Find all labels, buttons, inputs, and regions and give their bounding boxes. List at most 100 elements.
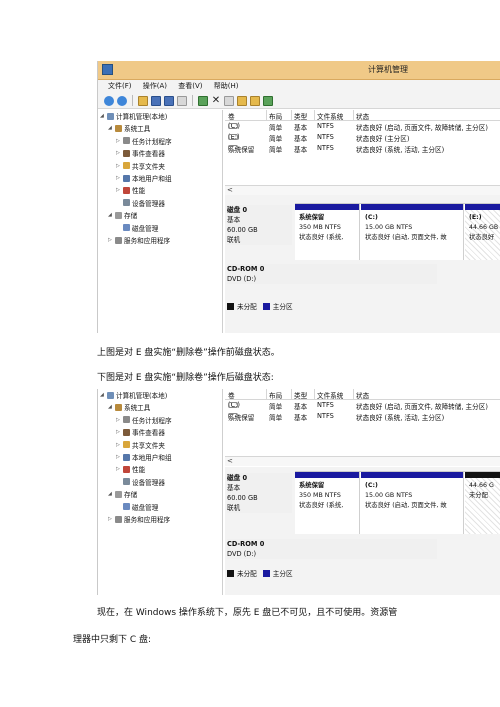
expand-arrow-icon[interactable]: ◢ (108, 404, 113, 410)
partition[interactable]: (E:) 44.66 GB 状态良好 (465, 204, 500, 260)
delete-icon[interactable]: ✕ (211, 95, 221, 106)
menu-help[interactable]: 帮助(H) (214, 82, 239, 90)
tree-item[interactable]: ▷ 服务和应用程序 (108, 514, 170, 524)
expand-arrow-icon[interactable]: ▷ (108, 516, 113, 522)
column-type[interactable]: 类型 (294, 390, 307, 400)
disk-management-pane: 卷 布局 类型 文件系统 状态 (C:) 简单 基本 NTFS 状态良好 (启动, 页面… (225, 110, 500, 333)
volume-row[interactable]: (C:) 简单 基本 NTFS 状态良好 (启动, 页面文件, 故障转储, 主分区) (225, 400, 500, 411)
tree-item[interactable]: 磁盘管理 (116, 223, 158, 233)
expand-arrow-icon[interactable]: ▷ (116, 442, 121, 448)
disk0-label[interactable]: 磁盘 0 基本 60.00 GB 联机 (227, 205, 292, 245)
column-filesystem[interactable]: 文件系统 (317, 390, 343, 400)
tree-item[interactable]: ▷ 本地用户和组 (116, 173, 172, 183)
check-icon[interactable] (198, 95, 208, 106)
expand-arrow-icon[interactable]: ◢ (108, 212, 113, 218)
expand-arrow-icon[interactable]: ▷ (116, 150, 121, 156)
computer-icon (107, 112, 114, 120)
partition[interactable]: 系统保留 350 MB NTFS 状态良好 (系统, (295, 204, 360, 260)
horizontal-scrollbar[interactable]: < (225, 185, 500, 195)
tree-item[interactable]: ▷ 性能 (116, 185, 145, 195)
tree-item[interactable]: ▷ 事件查看器 (116, 427, 165, 437)
tree-item[interactable]: ◢ 系统工具 (108, 123, 150, 133)
volume-status: 状态良好 (主分区) (356, 135, 410, 143)
menu-file[interactable]: 文件(F) (108, 82, 132, 90)
back-arrow-icon[interactable] (104, 95, 114, 106)
expand-arrow-icon[interactable]: ◢ (108, 491, 113, 497)
title-bar[interactable]: 计算机管理 (98, 61, 500, 80)
tree-item[interactable]: ▷ 服务和应用程序 (108, 235, 170, 245)
expand-arrow-icon[interactable]: ▷ (116, 454, 121, 460)
column-volume[interactable]: 卷 (228, 111, 235, 121)
expand-arrow-icon[interactable]: ▷ (116, 163, 121, 169)
tree-item[interactable]: ◢ 计算机管理(本地) (100, 111, 167, 121)
expand-arrow-icon[interactable]: ▷ (116, 175, 121, 181)
legend-primary-swatch (262, 569, 270, 577)
clock-icon (123, 416, 130, 424)
performance-icon (123, 186, 130, 194)
scroll-left-arrow[interactable]: < (227, 457, 233, 465)
tree-item[interactable]: 设备管理器 (116, 198, 165, 208)
tree-item[interactable]: ▷ 本地用户和组 (116, 452, 172, 462)
up-folder-icon[interactable] (138, 95, 148, 106)
expand-arrow-icon[interactable]: ▷ (108, 237, 113, 243)
tree-item[interactable]: ◢ 存储 (108, 210, 137, 220)
tree-item[interactable]: ▷ 性能 (116, 464, 145, 474)
forward-arrow-icon[interactable] (117, 95, 127, 106)
disk0-size: 60.00 GB (227, 494, 258, 502)
storage-icon (115, 211, 122, 219)
tree-item[interactable]: ▷ 事件查看器 (116, 148, 165, 158)
search-icon[interactable] (250, 95, 260, 106)
cdrom-label[interactable]: CD-ROM 0 DVD (D:) (227, 539, 437, 559)
show-hide-tree-icon[interactable] (151, 95, 161, 106)
column-volume[interactable]: 卷 (228, 390, 235, 400)
tree-item[interactable]: ▷ 任务计划程序 (116, 415, 172, 425)
scroll-left-arrow[interactable]: < (227, 186, 233, 194)
key-icon[interactable] (224, 95, 234, 106)
expand-arrow-icon[interactable]: ▷ (116, 417, 121, 423)
expand-arrow-icon[interactable]: ◢ (100, 113, 105, 119)
column-layout[interactable]: 布局 (269, 390, 282, 400)
volume-type: 基本 (294, 124, 308, 132)
volume-row[interactable]: (E:) 简单 基本 NTFS 状态良好 (主分区) (225, 132, 500, 143)
partition[interactable]: (C:) 15.00 GB NTFS 状态良好 (启动, 页面文件, 故 (361, 204, 464, 260)
paragraph-line-1: 现在，在 Windows 操作系统下，原先 E 盘已不可见，且不可使用。资源管 (97, 608, 398, 618)
horizontal-scrollbar[interactable]: < (225, 456, 500, 466)
expand-arrow-icon[interactable]: ◢ (108, 125, 113, 131)
disk0-type: 基本 (227, 484, 241, 492)
cdrom-label[interactable]: CD-ROM 0 DVD (D:) (227, 264, 437, 284)
column-filesystem[interactable]: 文件系统 (317, 111, 343, 121)
column-layout[interactable]: 布局 (269, 111, 282, 121)
tree-item[interactable]: ▷ 任务计划程序 (116, 136, 172, 146)
tree-item[interactable]: ◢ 系统工具 (108, 402, 150, 412)
column-type[interactable]: 类型 (294, 111, 307, 121)
partition[interactable]: 系统保留 350 MB NTFS 状态良好 (系统, (295, 472, 360, 534)
expand-arrow-icon[interactable]: ▷ (116, 187, 121, 193)
menu-view[interactable]: 查看(V) (178, 82, 202, 90)
volume-row[interactable]: 系统保留 简单 基本 NTFS 状态良好 (系统, 活动, 主分区) (225, 411, 500, 422)
tree-item[interactable]: ▷ 共享文件夹 (116, 440, 165, 450)
expand-arrow-icon[interactable]: ▷ (116, 429, 121, 435)
menu-action[interactable]: 操作(A) (143, 82, 167, 90)
properties-list-icon[interactable] (263, 95, 273, 106)
volume-row[interactable]: (C:) 简单 基本 NTFS 状态良好 (启动, 页面文件, 故障转储, 主分区) (225, 121, 500, 132)
open-folder-icon[interactable] (237, 95, 247, 106)
volume-row[interactable]: 系统保留 简单 基本 NTFS 状态良好 (系统, 活动, 主分区) (225, 143, 500, 154)
volume-name: 系统保留 (228, 413, 255, 422)
expand-arrow-icon[interactable]: ◢ (100, 392, 105, 398)
disk0-label[interactable]: 磁盘 0 基本 60.00 GB 联机 (227, 473, 292, 513)
properties-icon[interactable] (177, 95, 187, 106)
expand-arrow-icon[interactable]: ▷ (116, 138, 121, 144)
column-status[interactable]: 状态 (356, 390, 369, 400)
partition[interactable]: (C:) 15.00 GB NTFS 状态良好 (启动, 页面文件, 故 (361, 472, 464, 534)
tree-item-label: 设备管理器 (132, 199, 165, 208)
tree-item[interactable]: ◢ 存储 (108, 489, 137, 499)
tree-item[interactable]: 磁盘管理 (116, 502, 158, 512)
tree-item[interactable]: ▷ 共享文件夹 (116, 161, 165, 171)
tree-item[interactable]: ◢ 计算机管理(本地) (100, 390, 167, 400)
partition-color-bar (295, 472, 359, 478)
tree-item[interactable]: 设备管理器 (116, 477, 165, 487)
help-icon[interactable] (164, 95, 174, 106)
partition[interactable]: 44.66 G 未分配 (465, 472, 500, 534)
column-status[interactable]: 状态 (356, 111, 369, 121)
expand-arrow-icon[interactable]: ▷ (116, 466, 121, 472)
